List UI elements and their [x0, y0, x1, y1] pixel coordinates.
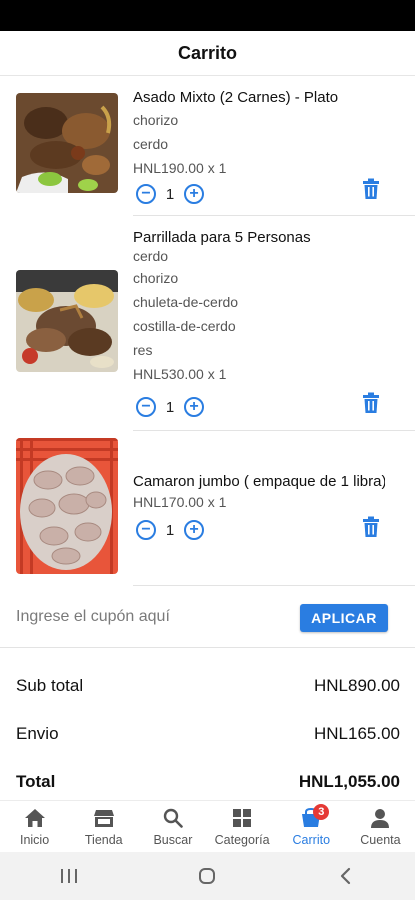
shipping-row: Envio HNL165.00	[16, 724, 400, 744]
search-icon	[161, 806, 185, 830]
page-title: Carrito	[177, 42, 237, 63]
total-label: Total	[16, 772, 56, 791]
nav-item-carrito[interactable]: 3 Carrito	[277, 801, 346, 852]
product-image	[16, 270, 118, 372]
person-icon	[368, 806, 392, 830]
shipping-label: Envio	[16, 724, 59, 743]
nav-label: Categoría	[214, 833, 270, 847]
summary-divider	[0, 647, 415, 648]
product-option: res	[133, 342, 153, 358]
nav-item-inicio[interactable]: Inicio	[0, 801, 69, 852]
decrease-quantity-button[interactable]: −	[136, 397, 156, 417]
nav-item-categoria[interactable]: Categoría	[208, 801, 277, 852]
quantity-stepper: − 1 +	[136, 396, 204, 418]
coupon-section: APLICAR	[0, 596, 415, 646]
product-option: costilla-de-cerdo	[133, 318, 236, 334]
nav-item-buscar[interactable]: Buscar	[138, 801, 207, 852]
nav-label: Buscar	[153, 833, 193, 847]
increase-quantity-button[interactable]: +	[184, 184, 204, 204]
nav-item-tienda[interactable]: Tienda	[69, 801, 138, 852]
quantity-value: 1	[165, 521, 175, 539]
decrease-quantity-button[interactable]: −	[136, 184, 156, 204]
product-option: chorizo	[133, 270, 179, 286]
product-price: HNL170.00 x 1	[133, 494, 227, 510]
increase-quantity-button[interactable]: +	[184, 397, 204, 417]
grid-icon	[230, 806, 254, 830]
product-name: Asado Mixto (2 Carnes) - Plato	[133, 89, 339, 106]
delete-item-icon[interactable]	[361, 516, 381, 538]
cart-item: Camaron jumbo ( empaque de 1 libra) HNL1…	[0, 431, 415, 586]
product-option: chorizo	[133, 112, 179, 128]
decrease-quantity-button[interactable]: −	[136, 520, 156, 540]
product-image	[16, 93, 118, 193]
product-price: HNL530.00 x 1	[133, 366, 227, 382]
product-name: Camaron jumbo ( empaque de 1 libra)	[133, 473, 385, 490]
delete-item-icon[interactable]	[361, 178, 381, 200]
apply-coupon-button[interactable]: APLICAR	[300, 604, 388, 632]
nav-label: Inicio	[19, 833, 50, 847]
nav-label: Cuenta	[360, 833, 401, 847]
subtotal-row: Sub total HNL890.00	[16, 676, 400, 696]
increase-quantity-button[interactable]: +	[184, 520, 204, 540]
cart-item: Parrillada para 5 Personas cerdo chorizo…	[0, 216, 415, 431]
subtotal-value: HNL890.00	[313, 676, 400, 695]
nav-item-cuenta[interactable]: Cuenta	[346, 801, 415, 852]
app-header: Carrito	[0, 31, 415, 76]
shipping-value: HNL165.00	[313, 724, 400, 743]
home-button-icon[interactable]	[177, 856, 237, 896]
subtotal-label: Sub total	[16, 676, 84, 695]
quantity-value: 1	[165, 398, 175, 416]
quantity-stepper: − 1 +	[136, 183, 204, 205]
status-bar	[0, 0, 415, 31]
product-option: cerdo	[133, 248, 169, 264]
item-divider	[133, 585, 415, 586]
store-icon	[92, 806, 116, 830]
delete-item-icon[interactable]	[361, 392, 381, 414]
product-image	[16, 438, 118, 574]
coupon-input[interactable]	[16, 602, 276, 632]
bottom-nav: Inicio Tienda Buscar Categoría 3 Carrito…	[0, 800, 415, 852]
nav-label: Carrito	[292, 833, 331, 847]
cart-count-badge: 3	[313, 804, 330, 820]
product-option: chuleta-de-cerdo	[133, 294, 239, 310]
home-icon	[23, 806, 47, 830]
total-value: HNL1,055.00	[298, 772, 400, 791]
quantity-value: 1	[165, 185, 175, 203]
recent-apps-icon[interactable]	[39, 856, 99, 896]
quantity-stepper: − 1 +	[136, 519, 204, 541]
nav-label: Tienda	[84, 833, 123, 847]
product-price: HNL190.00 x 1	[133, 160, 227, 176]
system-nav-bar	[0, 852, 415, 900]
cart-item: Asado Mixto (2 Carnes) - Plato chorizo c…	[0, 76, 415, 216]
back-icon[interactable]	[316, 856, 376, 896]
product-name: Parrillada para 5 Personas	[133, 229, 311, 246]
total-row: Total HNL1,055.00	[16, 772, 400, 792]
product-option: cerdo	[133, 136, 169, 152]
